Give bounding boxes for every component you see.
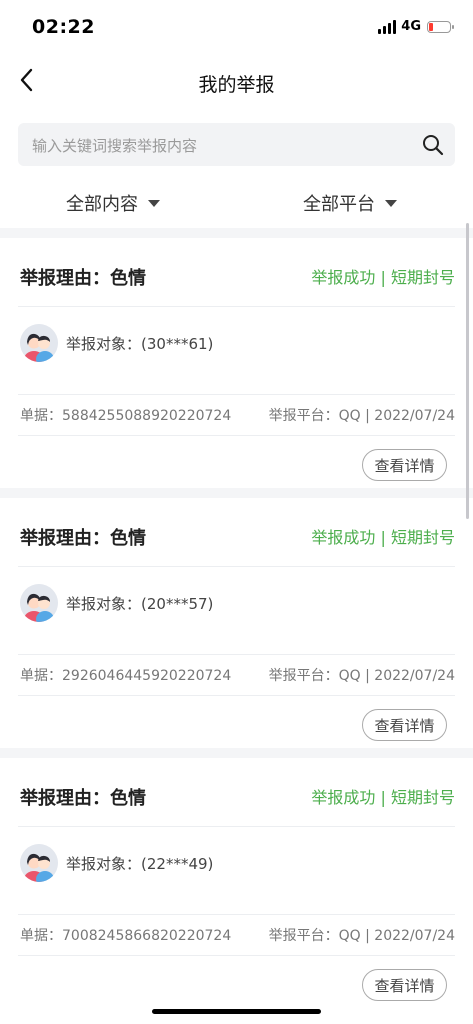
report-platform-date: 举报平台：QQ | 2022/07/24 xyxy=(268,668,455,684)
network-label: 4G xyxy=(401,19,421,34)
card-header: 举报理由：色情 举报成功 | 短期封号 xyxy=(18,238,455,307)
search-input[interactable] xyxy=(30,123,414,168)
report-target: 举报对象：(30***61) xyxy=(66,335,214,353)
status-bar: 02:22 4G xyxy=(0,0,473,56)
view-details-button[interactable]: 查看详情 xyxy=(362,709,447,741)
report-status: 举报成功 | 短期封号 xyxy=(311,788,455,807)
filter-content-label: 全部内容 xyxy=(66,194,138,215)
status-indicators: 4G xyxy=(378,19,454,34)
card-header: 举报理由：色情 举报成功 | 短期封号 xyxy=(18,758,455,827)
report-card: 举报理由：色情 举报成功 | 短期封号 举报对象：(22***49) 单据：70… xyxy=(0,758,473,1008)
report-list: 举报理由：色情 举报成功 | 短期封号 举报对象：(30***61) 单据：58… xyxy=(0,228,473,1008)
avatar-icon xyxy=(20,324,58,362)
filter-content-dropdown[interactable]: 全部内容 xyxy=(66,190,160,216)
report-target-row: 举报对象：(20***57) xyxy=(18,567,455,655)
report-meta-row: 单据：7008245866820220724 举报平台：QQ | 2022/07… xyxy=(18,915,455,956)
search-icon[interactable] xyxy=(421,133,445,157)
report-platform-date: 举报平台：QQ | 2022/07/24 xyxy=(268,408,455,424)
report-card: 举报理由：色情 举报成功 | 短期封号 举报对象：(30***61) 单据：58… xyxy=(0,238,473,488)
home-indicator[interactable] xyxy=(152,1009,321,1014)
report-reason: 举报理由：色情 xyxy=(20,528,146,549)
report-target: 举报对象：(22***49) xyxy=(66,855,214,873)
filter-platform-dropdown[interactable]: 全部平台 xyxy=(303,190,397,216)
avatar-icon xyxy=(20,584,58,622)
report-reason: 举报理由：色情 xyxy=(20,268,146,289)
report-status: 举报成功 | 短期封号 xyxy=(311,268,455,287)
report-order-number: 单据：7008245866820220724 xyxy=(20,928,232,944)
report-reason: 举报理由：色情 xyxy=(20,788,146,809)
status-time: 02:22 xyxy=(32,16,95,38)
signal-icon xyxy=(378,19,397,34)
battery-icon xyxy=(427,20,454,33)
caret-down-icon xyxy=(148,199,160,207)
report-meta-row: 单据：2926046445920220724 举报平台：QQ | 2022/07… xyxy=(18,655,455,696)
report-target-row: 举报对象：(30***61) xyxy=(18,307,455,395)
nav-bar: 我的举报 xyxy=(0,56,473,108)
view-details-button[interactable]: 查看详情 xyxy=(362,449,447,481)
report-order-number: 单据：5884255088920220724 xyxy=(20,408,232,424)
report-target: 举报对象：(20***57) xyxy=(66,595,214,613)
report-status: 举报成功 | 短期封号 xyxy=(311,528,455,547)
divider xyxy=(0,748,473,758)
avatar-icon xyxy=(20,844,58,882)
report-platform-date: 举报平台：QQ | 2022/07/24 xyxy=(268,928,455,944)
report-card: 举报理由：色情 举报成功 | 短期封号 举报对象：(20***57) 单据：29… xyxy=(0,498,473,748)
search-bar xyxy=(18,123,455,168)
filter-bar: 全部内容 全部平台 xyxy=(0,182,473,222)
report-order-number: 单据：2926046445920220724 xyxy=(20,668,232,684)
filter-platform-label: 全部平台 xyxy=(303,194,375,215)
divider xyxy=(0,488,473,498)
caret-down-icon xyxy=(385,199,397,207)
card-header: 举报理由：色情 举报成功 | 短期封号 xyxy=(18,498,455,567)
divider xyxy=(0,228,473,238)
report-meta-row: 单据：5884255088920220724 举报平台：QQ | 2022/07… xyxy=(18,395,455,436)
view-details-button[interactable]: 查看详情 xyxy=(362,969,447,1001)
page-title: 我的举报 xyxy=(198,74,275,96)
report-target-row: 举报对象：(22***49) xyxy=(18,827,455,915)
scrollbar[interactable] xyxy=(466,223,469,519)
